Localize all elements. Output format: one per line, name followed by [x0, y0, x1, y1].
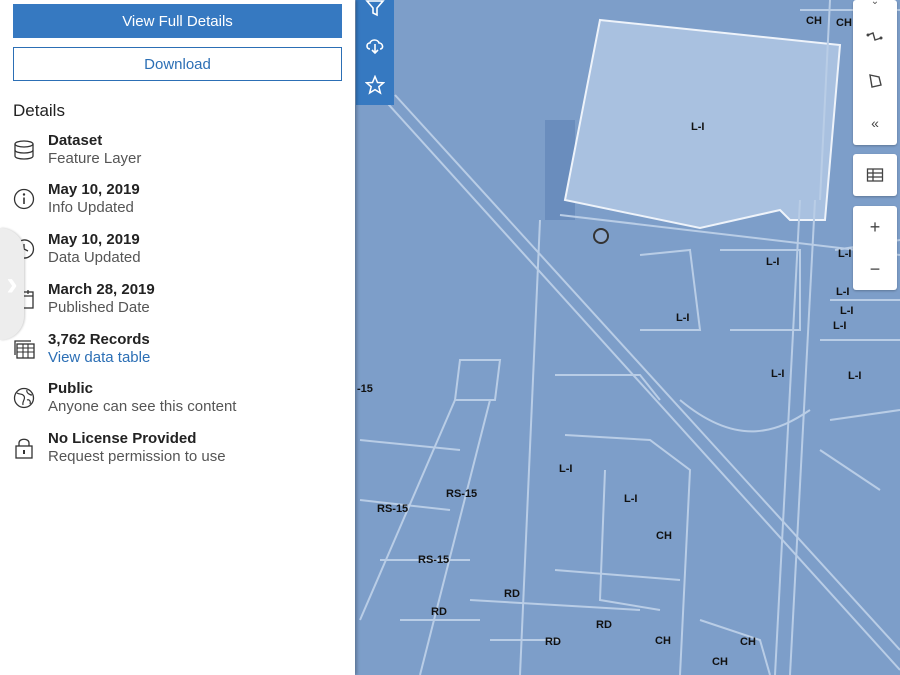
detail-subtitle: Published Date: [48, 299, 150, 316]
zone-label: CH: [740, 636, 756, 648]
zone-label: CH: [836, 17, 852, 29]
details-heading: Details: [13, 101, 65, 120]
zoom-out-button[interactable]: −: [853, 248, 897, 290]
zone-label: -15: [357, 383, 373, 395]
zone-label: L-I: [676, 312, 690, 324]
map-toolbar: [356, 0, 394, 105]
zone-label: L-I: [833, 320, 847, 332]
table-control: [853, 154, 897, 196]
filter-button[interactable]: [356, 0, 394, 26]
zone-label: RD: [596, 619, 612, 631]
zone-label: CH: [712, 656, 728, 668]
chevron-right-icon: ›: [6, 264, 18, 303]
chevron-down-icon: ⌄: [870, 0, 880, 7]
detail-license: No License Provided Request permission t…: [13, 430, 343, 470]
detail-dataset: Dataset Feature Layer: [13, 132, 343, 172]
panel-collapse-handle[interactable]: ›: [0, 228, 24, 340]
zone-label: CH: [656, 530, 672, 542]
details-panel: View Full Details Download Details Datas…: [0, 0, 355, 675]
detail-published-date: March 28, 2019 Published Date: [13, 281, 343, 321]
table-icon: [866, 168, 884, 182]
detail-title: 3,762 Records: [48, 331, 150, 348]
info-icon: [13, 188, 35, 210]
detail-title: Public: [48, 380, 94, 397]
detail-subtitle: Anyone can see this content: [48, 398, 237, 415]
draw-polygon-button[interactable]: [853, 60, 897, 102]
cloud-download-icon: [366, 39, 384, 55]
table-stack-icon: [14, 340, 35, 359]
detail-subtitle: Info Updated: [48, 199, 134, 216]
draw-line-icon: [866, 32, 883, 41]
zone-label: L-I: [559, 463, 573, 475]
zone-label: L-I: [836, 286, 850, 298]
cloud-download-button[interactable]: [356, 28, 394, 64]
view-full-details-button[interactable]: View Full Details: [13, 4, 342, 38]
zoom-in-icon: +: [869, 216, 881, 237]
zone-label: L-I: [771, 368, 785, 380]
detail-data-updated: May 10, 2019 Data Updated: [13, 231, 343, 271]
star-icon: [365, 75, 385, 95]
detail-title: No License Provided: [48, 430, 197, 447]
zone-label: RS-15: [418, 554, 450, 566]
zoom-out-icon: −: [869, 258, 881, 279]
zone-label: L-I: [840, 305, 854, 317]
download-button[interactable]: Download: [13, 47, 342, 81]
database-icon: [14, 140, 34, 160]
detail-subtitle: Feature Layer: [48, 150, 142, 167]
zone-label: RD: [504, 588, 520, 600]
location-marker[interactable]: [593, 228, 609, 244]
detail-title: Dataset: [48, 132, 103, 149]
detail-records: 3,762 Records View data table: [13, 331, 343, 371]
zone-label: RD: [431, 606, 447, 618]
detail-subtitle: Request permission to use: [48, 448, 226, 465]
zone-label: L-I: [838, 248, 852, 260]
collapse-panel-button[interactable]: «: [853, 102, 897, 144]
lock-icon: [15, 438, 33, 459]
filter-icon: [365, 0, 385, 17]
zone-label: CH: [655, 635, 671, 647]
zone-label: L-I: [848, 370, 862, 382]
detail-title: May 10, 2019: [48, 231, 140, 248]
detail-subtitle: Data Updated: [48, 249, 141, 266]
draw-line-button[interactable]: [853, 18, 897, 60]
draw-polygon-icon: [869, 74, 882, 88]
zone-label: RS-15: [446, 488, 478, 500]
detail-access: Public Anyone can see this content: [13, 380, 343, 420]
detail-info-updated: May 10, 2019 Info Updated: [13, 181, 343, 221]
table-button[interactable]: [853, 154, 897, 196]
zone-label: RD: [545, 636, 561, 648]
zoom-in-button[interactable]: +: [853, 206, 897, 248]
zone-label: CH: [806, 15, 822, 27]
zone-label: L-I: [624, 493, 638, 505]
collapse-left-icon: «: [871, 115, 879, 131]
zoom-controls: + −: [853, 206, 897, 290]
draw-tools-group: ⌄ «: [853, 0, 897, 145]
view-data-table-link[interactable]: View data table: [48, 349, 150, 366]
zone-label: L-I: [691, 121, 705, 133]
globe-icon: [13, 387, 35, 409]
zone-label: L-I: [766, 256, 780, 268]
detail-title: May 10, 2019: [48, 181, 140, 198]
detail-title: March 28, 2019: [48, 281, 155, 298]
zone-label: RS-15: [377, 503, 409, 515]
favorite-button[interactable]: [356, 67, 394, 103]
